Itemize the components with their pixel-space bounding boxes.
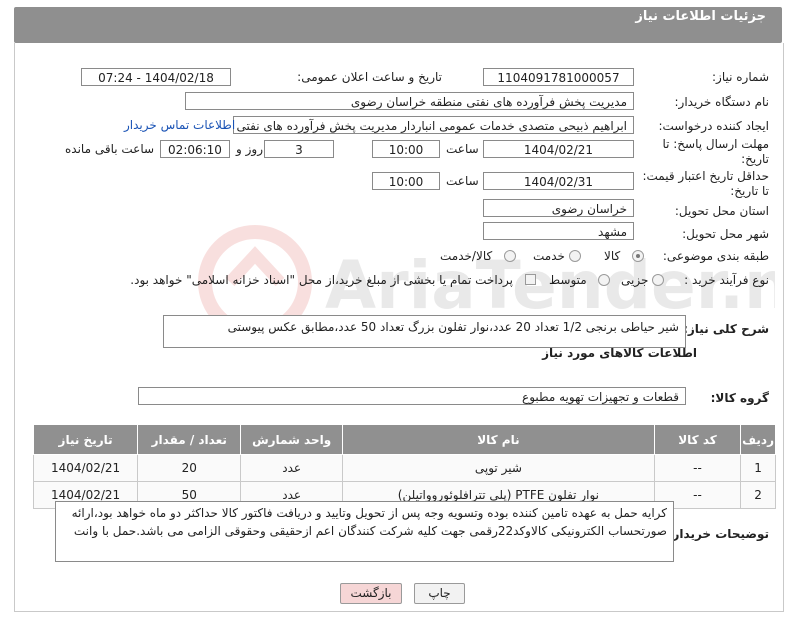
buyer-contact-link[interactable]: اطلاعات تماس خریدار — [124, 118, 235, 132]
creator-field[interactable]: ابراهیم ذبیحی متصدی خدمات عمومی انباردار… — [233, 116, 634, 134]
city-field[interactable]: مشهد — [483, 222, 634, 240]
process-radio-minor[interactable] — [652, 274, 664, 286]
cell-date: 1404/02/21 — [32, 454, 139, 482]
col-unit: واحد شمارش — [240, 424, 343, 455]
time-remaining-field[interactable]: 02:06:10 — [160, 140, 230, 158]
cell-row: 1 — [740, 454, 776, 482]
buyer-notes-textarea[interactable]: کرایه حمل به عهده تامین کننده بوده وتسوی… — [55, 501, 674, 562]
deadline-date-field[interactable]: 1404/02/21 — [483, 140, 634, 158]
validity-label-date: تا تاریخ: — [730, 184, 769, 198]
deadline-label: مهلت ارسال پاسخ: تا — [662, 137, 769, 151]
category-radio-goods[interactable] — [632, 250, 644, 262]
validity-label: حداقل تاریخ اعتبار قیمت: — [642, 169, 769, 183]
goods-group-field[interactable]: قطعات و تجهیزات تهویه مطبوع — [138, 387, 686, 405]
col-code: کد کالا — [653, 424, 742, 455]
treasury-checkbox[interactable] — [525, 274, 536, 285]
province-label: استان محل تحویل: — [674, 204, 769, 218]
announce-label: تاریخ و ساعت اعلان عمومی: — [297, 70, 442, 84]
province-field[interactable]: خراسان رضوی — [483, 199, 634, 217]
back-button[interactable]: بازگشت — [340, 583, 402, 604]
validity-time-label: ساعت — [446, 174, 479, 188]
validity-time-field[interactable]: 10:00 — [372, 172, 440, 190]
process-option-minor: جزیی — [621, 273, 649, 287]
table-row[interactable]: 1 -- شیر توپی عدد 20 1404/02/21 — [32, 454, 776, 482]
print-button[interactable]: چاپ — [414, 583, 465, 604]
col-qty: تعداد / مقدار — [137, 424, 242, 455]
goods-table: ردیف کد کالا نام کالا واحد شمارش تعداد /… — [32, 424, 776, 509]
city-label: شهر محل تحویل: — [682, 227, 769, 241]
process-radio-medium[interactable] — [598, 274, 610, 286]
remaining-label: ساعت باقی مانده — [65, 142, 155, 156]
payment-note: پرداخت تمام یا بخشی از مبلغ خرید،از محل … — [130, 273, 513, 287]
col-date: تاریخ نیاز — [32, 424, 139, 455]
category-label: طبقه بندی موضوعی: — [662, 249, 769, 263]
cell-row: 2 — [740, 481, 776, 509]
cell-code: -- — [653, 454, 742, 482]
buyer-org-field[interactable]: مدیریت پخش فرآورده های نفتی منطقه خراسان… — [185, 92, 634, 110]
deadline-time-field[interactable]: 10:00 — [372, 140, 440, 158]
page-title: جزئیات اطلاعات نیاز — [635, 9, 766, 24]
validity-date-field[interactable]: 1404/02/31 — [483, 172, 634, 190]
category-option-both: کالا/خدمت — [440, 249, 493, 263]
deadline-label-date: تاریخ: — [741, 152, 769, 166]
category-radio-service[interactable] — [569, 250, 581, 262]
need-number-field[interactable]: 1104091781000057 — [483, 68, 634, 86]
goods-table-header: ردیف کد کالا نام کالا واحد شمارش تعداد /… — [32, 424, 776, 455]
summary-label: شرح کلی نیاز: — [683, 322, 769, 336]
cell-unit: عدد — [240, 454, 343, 482]
creator-label: ایجاد کننده درخواست: — [658, 119, 769, 133]
category-option-service: خدمت — [533, 249, 565, 263]
category-option-goods: کالا — [604, 249, 621, 263]
category-radio-both[interactable] — [504, 250, 516, 262]
col-row: ردیف — [740, 424, 776, 455]
deadline-time-label: ساعت — [446, 142, 479, 156]
process-label: نوع فرآیند خرید : — [684, 273, 769, 287]
summary-textarea[interactable]: شیر حیاطی برنجی 1/2 تعداد 20 عدد،نوار تف… — [163, 315, 686, 348]
days-remaining-field[interactable]: 3 — [264, 140, 334, 158]
goods-section-title: اطلاعات کالاهای مورد نیاز — [542, 346, 697, 360]
cell-name: شیر توپی — [341, 454, 655, 482]
process-option-medium: متوسط — [549, 273, 587, 287]
buyer-notes-label: توضیحات خریدار: — [667, 527, 769, 541]
days-label: روز و — [236, 142, 263, 156]
col-name: نام کالا — [341, 424, 655, 455]
buyer-org-label: نام دستگاه خریدار: — [674, 95, 770, 109]
announce-field[interactable]: 1404/02/18 - 07:24 — [81, 68, 231, 86]
cell-qty: 20 — [137, 454, 242, 482]
need-number-label: شماره نیاز: — [712, 70, 769, 84]
goods-group-label: گروه کالا: — [710, 391, 769, 405]
